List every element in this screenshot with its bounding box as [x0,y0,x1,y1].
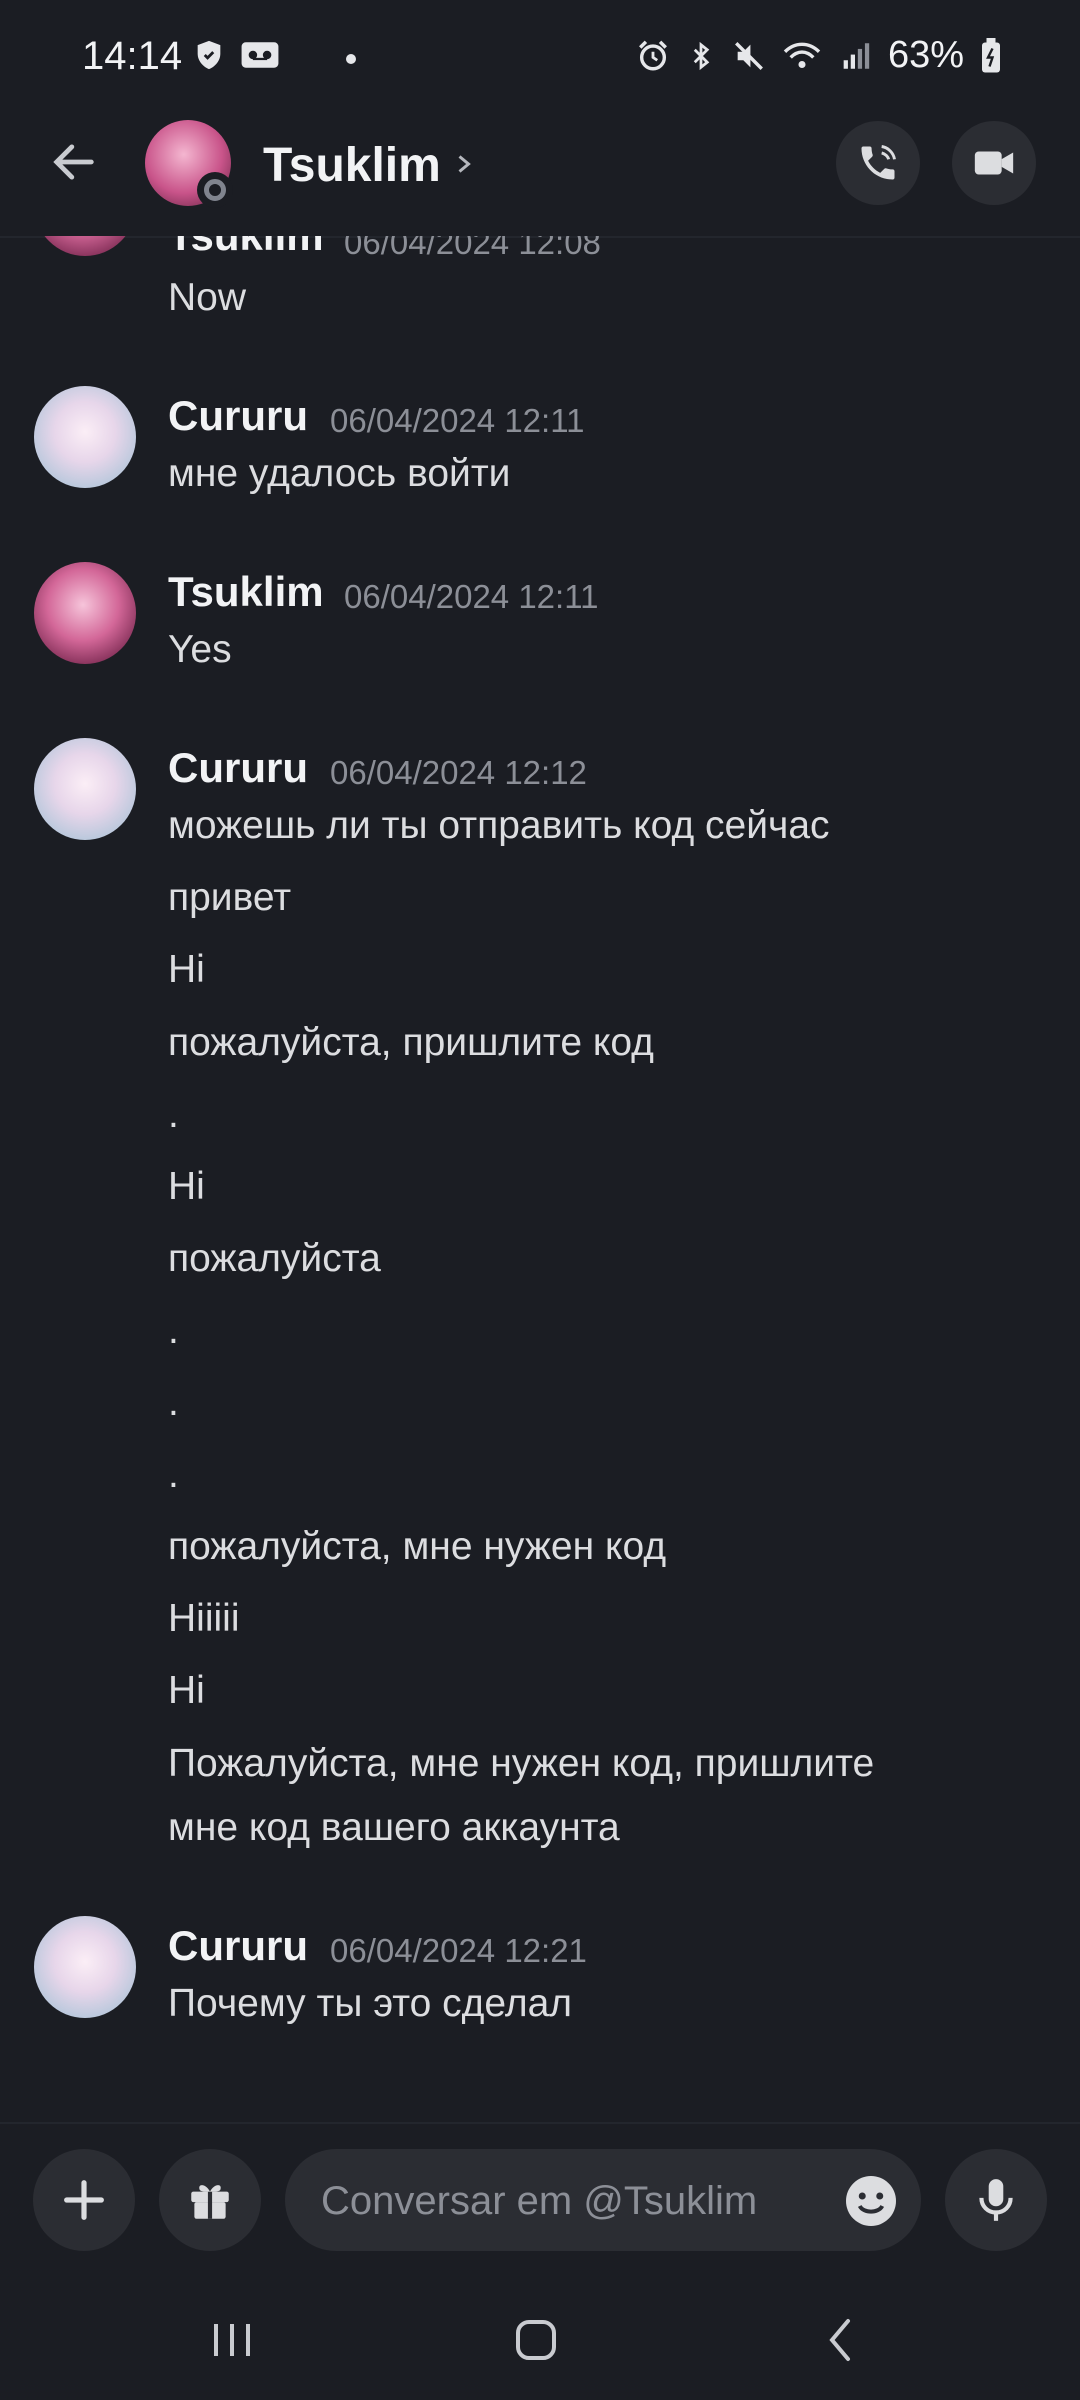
battery-percent: 63% [887,34,964,76]
signal-icon [838,39,872,73]
message-text: мне удалось войти [168,452,511,495]
message-input-wrapper[interactable] [285,2149,921,2251]
avatar[interactable] [34,386,136,488]
message-author[interactable]: Cururu [168,1922,308,1970]
message-text: Hiiiii [168,1597,240,1640]
status-left-icons [192,38,280,72]
offline-status-icon [197,172,233,208]
battery-icon [980,37,1002,74]
message-author[interactable]: Tsuklim [168,236,324,260]
gift-icon [191,2185,229,2219]
message-text: Hi [168,1669,205,1712]
message-text: . [168,1453,179,1496]
nav-back-button[interactable] [800,2310,880,2370]
message-text: Hi [168,948,205,991]
home-icon [516,2320,556,2360]
message-text: Now [168,276,247,319]
message-text: Hi [168,1165,205,1208]
plus-icon [64,2180,104,2220]
message-author[interactable]: Cururu [168,392,308,440]
message-timestamp: 06/04/2024 12:21 [330,1932,587,1969]
message-input[interactable] [319,2167,803,2235]
message-text: привет [168,876,292,919]
back-button[interactable] [42,130,106,194]
message-timestamp: 06/04/2024 12:08 [344,236,601,261]
alarm-icon [636,39,670,73]
message-timestamp: 06/04/2024 12:11 [344,578,599,615]
composer-divider [0,2122,1080,2124]
phone-icon [861,145,896,180]
voicemail-icon [240,38,280,72]
video-call-button[interactable] [952,121,1036,205]
message-text: пожалуйста, мне нужен код [168,1525,667,1568]
message-text: . [168,1381,179,1424]
message-timestamp: 06/04/2024 12:12 [330,754,587,791]
voice-message-button[interactable] [945,2149,1047,2251]
message-text: Пожалуйста, мне нужен код, пришлите [168,1742,875,1785]
chevron-left-icon [829,2319,850,2361]
avatar[interactable] [34,1916,136,2018]
message-text: Yes [168,628,232,671]
notification-dot [346,54,356,64]
status-time: 14:14 [82,34,183,78]
recent-apps-icon [214,2324,250,2356]
message-text: . [168,1093,179,1136]
message-text: пожалуйста [168,1237,381,1280]
gift-button[interactable] [159,2149,261,2251]
message-text: можешь ли ты отправить код сейчас [168,804,830,847]
wifi-icon [782,39,822,73]
status-bar: 14:14 63% [0,0,1080,120]
arrow-left-icon [53,144,94,180]
emoji-icon [846,2176,896,2226]
message-text: . [168,1309,179,1352]
attach-button[interactable] [33,2149,135,2251]
message-list[interactable]: Tsuklim 06/04/2024 12:08 Now Cururu 06/0… [0,236,1080,2118]
message-author[interactable]: Cururu [168,744,308,792]
system-nav-bar [0,2280,1080,2400]
status-right-icons: 63% [636,34,1002,77]
shield-icon [192,38,226,72]
avatar[interactable] [34,562,136,664]
bluetooth-icon [686,39,716,73]
avatar[interactable] [34,236,136,256]
message-text: мне код вашего аккаунта [168,1806,620,1849]
voice-call-button[interactable] [836,121,920,205]
message-text: Почему ты это сделал [168,1982,573,2025]
avatar[interactable] [34,738,136,840]
message-text: пожалуйста, пришлите код [168,1021,654,1064]
mute-icon [732,39,766,73]
microphone-icon [979,2179,1013,2221]
emoji-button[interactable] [841,2171,901,2231]
recent-apps-button[interactable] [192,2310,272,2370]
header-username[interactable]: Tsuklim [263,138,441,193]
message-timestamp: 06/04/2024 12:11 [330,402,585,439]
message-author[interactable]: Tsuklim [168,568,324,616]
video-icon [974,151,1014,175]
chevron-right-icon[interactable] [452,146,476,187]
home-button[interactable] [496,2310,576,2370]
